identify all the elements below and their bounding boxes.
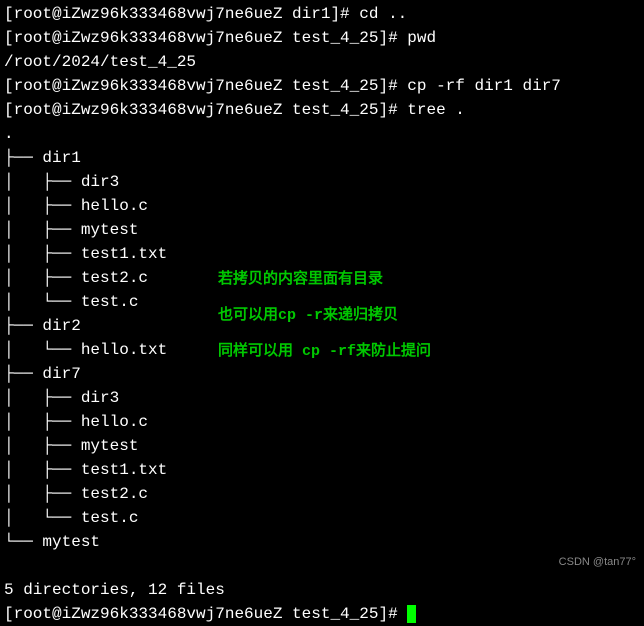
tree-dir7-dir3: │ ├── dir3 [4, 386, 640, 410]
prompt-line-4: [root@iZwz96k333468vwj7ne6ueZ test_4_25]… [4, 98, 640, 122]
tree-dir7-test2-c: │ ├── test2.c [4, 482, 640, 506]
tree-dir1-hello-c: │ ├── hello.c [4, 194, 640, 218]
tree-mytest: └── mytest [4, 530, 640, 554]
command-tree: tree . [407, 101, 465, 119]
prompt-line-5[interactable]: [root@iZwz96k333468vwj7ne6ueZ test_4_25]… [4, 602, 640, 626]
prompt-1: [root@iZwz96k333468vwj7ne6ueZ dir1]# [4, 5, 359, 23]
tree-output: . ├── dir1 │ ├── dir3 │ ├── hello.c │ ├─… [4, 122, 640, 554]
prompt-line-3: [root@iZwz96k333468vwj7ne6ueZ test_4_25]… [4, 74, 640, 98]
prompt-line-2: [root@iZwz96k333468vwj7ne6ueZ test_4_25]… [4, 26, 640, 50]
tree-dir1-mytest: │ ├── mytest [4, 218, 640, 242]
watermark: CSDN @tan77° [559, 554, 636, 571]
blank-line [4, 554, 640, 578]
pwd-output: /root/2024/test_4_25 [4, 50, 640, 74]
prompt-line-1: [root@iZwz96k333468vwj7ne6ueZ dir1]# cd … [4, 2, 640, 26]
tree-dir7-test1-txt: │ ├── test1.txt [4, 458, 640, 482]
tree-summary: 5 directories, 12 files [4, 578, 640, 602]
command-cp: cp -rf dir1 dir7 [407, 77, 561, 95]
tree-dir7-mytest: │ ├── mytest [4, 434, 640, 458]
tree-root: . [4, 122, 640, 146]
annotation-2: 也可以用cp -r来递归拷贝 [218, 305, 398, 328]
prompt-3: [root@iZwz96k333468vwj7ne6ueZ test_4_25]… [4, 77, 407, 95]
prompt-2: [root@iZwz96k333468vwj7ne6ueZ test_4_25]… [4, 29, 407, 47]
tree-dir7-hello-c: │ ├── hello.c [4, 410, 640, 434]
tree-dir7: ├── dir7 [4, 362, 640, 386]
annotation-1: 若拷贝的内容里面有目录 [218, 269, 383, 292]
tree-dir1-test1-txt: │ ├── test1.txt [4, 242, 640, 266]
command-cd: cd .. [359, 5, 407, 23]
tree-dir1: ├── dir1 [4, 146, 640, 170]
prompt-4: [root@iZwz96k333468vwj7ne6ueZ test_4_25]… [4, 101, 407, 119]
annotation-3: 同样可以用 cp -rf来防止提问 [218, 341, 431, 364]
terminal-cursor[interactable] [407, 605, 416, 623]
prompt-5: [root@iZwz96k333468vwj7ne6ueZ test_4_25]… [4, 605, 407, 623]
tree-dir7-test-c: │ └── test.c [4, 506, 640, 530]
tree-dir1-dir3: │ ├── dir3 [4, 170, 640, 194]
command-pwd: pwd [407, 29, 436, 47]
